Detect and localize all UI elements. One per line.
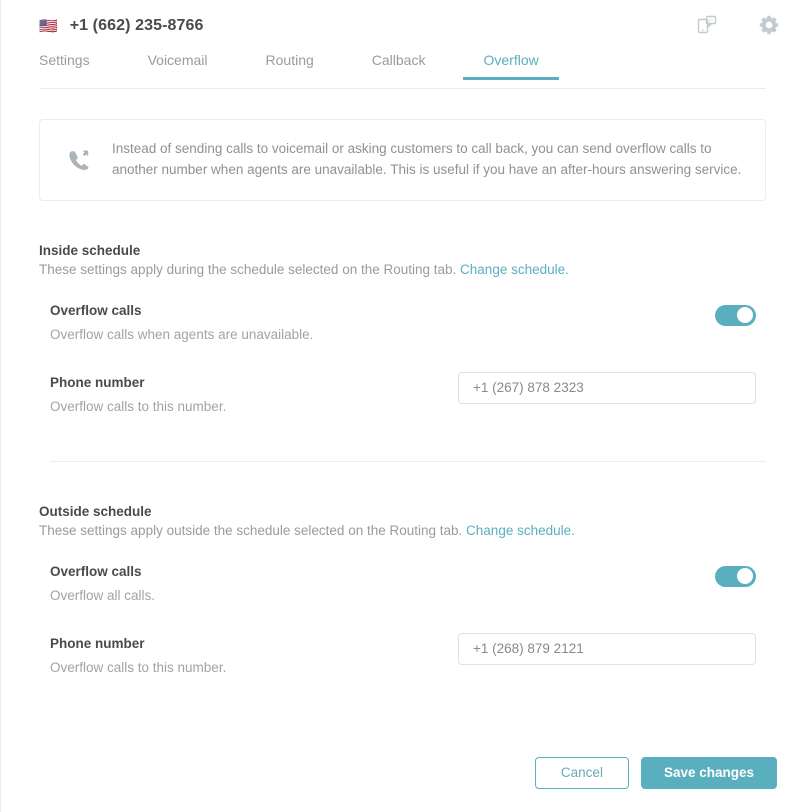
page-content: Instead of sending calls to voicemail or… (1, 119, 804, 682)
toggle-knob (737, 568, 753, 585)
outside-phone-number-title: Phone number (50, 635, 145, 651)
info-banner-text: Instead of sending calls to voicemail or… (112, 141, 742, 177)
inside-overflow-calls-title: Overflow calls (50, 302, 142, 318)
outside-phone-number-input[interactable] (458, 632, 756, 665)
inside-change-schedule-link[interactable]: Change schedule. (460, 262, 569, 277)
tab-routing[interactable]: Routing (266, 52, 314, 79)
tab-callback[interactable]: Callback (372, 52, 426, 79)
outside-overflow-calls-control (715, 564, 766, 587)
tab-overflow[interactable]: Overflow (463, 52, 560, 80)
page-header: 🇺🇸 +1 (662) 235-8766 (1, 0, 804, 52)
outside-overflow-calls-row: Overflow calls Overflow all calls. (39, 564, 766, 610)
inside-overflow-calls-labels: Overflow calls Overflow calls when agent… (50, 303, 313, 342)
inside-phone-number-title: Phone number (50, 374, 145, 390)
tab-voicemail[interactable]: Voicemail (148, 52, 208, 79)
outside-phone-number-labels: Phone number Overflow calls to this numb… (50, 636, 226, 675)
outside-overflow-calls-labels: Overflow calls Overflow all calls. (50, 564, 155, 603)
device-transfer-icon[interactable] (696, 14, 718, 36)
inside-phone-number-row: Phone number Overflow calls to this numb… (39, 371, 766, 421)
outside-schedule-title: Outside schedule (39, 503, 152, 519)
inside-overflow-calls-toggle[interactable] (715, 304, 756, 326)
outside-overflow-calls-description: Overflow all calls. (50, 587, 156, 603)
inside-schedule-title: Inside schedule (39, 242, 141, 258)
header-actions (696, 14, 780, 36)
outside-phone-number-control (458, 632, 766, 665)
tab-bar: Settings Voicemail Routing Callback Over… (39, 52, 766, 89)
inside-phone-number-input[interactable] (458, 371, 756, 404)
section-divider (50, 460, 766, 462)
inside-schedule-section: Inside schedule These settings apply dur… (39, 243, 766, 462)
inside-overflow-calls-control (715, 303, 766, 326)
overflow-settings-page: 🇺🇸 +1 (662) 235-8766 Settings Voicemail … (0, 0, 804, 812)
info-banner: Instead of sending calls to voicemail or… (39, 119, 766, 201)
inside-phone-number-labels: Phone number Overflow calls to this numb… (50, 375, 226, 414)
us-flag-icon: 🇺🇸 (39, 17, 58, 35)
inside-schedule-description: These settings apply during the schedule… (39, 262, 766, 277)
save-changes-button[interactable]: Save changes (640, 757, 777, 789)
cancel-button[interactable]: Cancel (534, 757, 629, 789)
toggle-knob (737, 307, 753, 324)
outside-schedule-description-text: These settings apply outside the schedul… (39, 522, 463, 538)
outside-phone-number-description: Overflow calls to this number. (50, 659, 227, 675)
page-title: +1 (662) 235-8766 (69, 17, 204, 34)
inside-phone-number-description: Overflow calls to this number. (50, 398, 227, 414)
gear-icon[interactable] (758, 14, 780, 36)
inside-overflow-calls-row: Overflow calls Overflow calls when agent… (39, 303, 766, 349)
inside-overflow-calls-description: Overflow calls when agents are unavailab… (50, 326, 314, 342)
outside-overflow-calls-title: Overflow calls (50, 563, 142, 579)
outside-phone-number-row: Phone number Overflow calls to this numb… (39, 632, 766, 682)
outside-schedule-description: These settings apply outside the schedul… (39, 523, 766, 538)
tab-settings[interactable]: Settings (39, 52, 90, 79)
inside-phone-number-control (458, 371, 766, 404)
outside-schedule-section: Outside schedule These settings apply ou… (39, 504, 766, 682)
form-actions: Cancel Save changes (534, 757, 777, 789)
call-forward-icon (66, 148, 92, 179)
outside-change-schedule-link[interactable]: Change schedule. (466, 523, 575, 538)
inside-schedule-description-text: These settings apply during the schedule… (39, 261, 457, 277)
outside-overflow-calls-toggle[interactable] (715, 565, 756, 587)
